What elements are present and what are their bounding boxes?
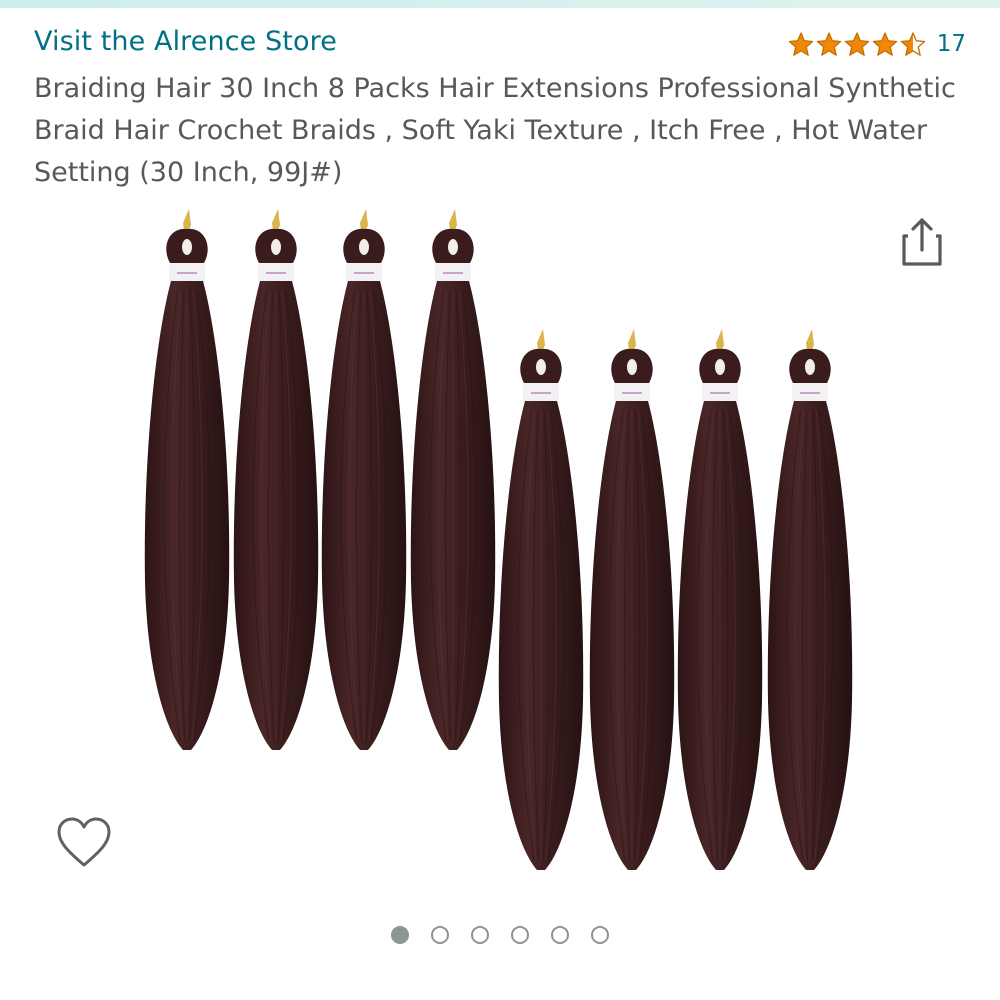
hair-bundle — [410, 209, 496, 750]
wishlist-button[interactable] — [55, 815, 113, 873]
gallery-dot[interactable] — [471, 926, 489, 944]
share-icon — [902, 218, 942, 266]
gallery-dot[interactable] — [551, 926, 569, 944]
gallery-dot[interactable] — [591, 926, 609, 944]
star-rating[interactable] — [787, 31, 927, 57]
gallery-dot[interactable] — [391, 926, 409, 944]
hair-bundle — [498, 329, 584, 870]
store-link[interactable]: Visit the Alrence Store — [34, 26, 337, 57]
gallery-dot[interactable] — [431, 926, 449, 944]
heart-outline-icon — [57, 817, 111, 867]
hair-bundle — [589, 329, 675, 870]
image-gallery[interactable] — [0, 195, 1000, 915]
star-full-icon — [872, 32, 897, 56]
gallery-pagination[interactable] — [0, 926, 1000, 944]
top-accent-bar — [0, 0, 1000, 8]
star-half-icon — [900, 32, 925, 56]
rating-count[interactable]: 17 — [937, 31, 966, 57]
rating-summary[interactable]: 17 — [787, 30, 966, 58]
hair-bundle — [321, 209, 407, 750]
share-button[interactable] — [898, 214, 946, 270]
product-image[interactable] — [0, 195, 1000, 915]
hair-bundle — [677, 329, 763, 870]
star-full-icon — [816, 32, 841, 56]
product-detail-page: Visit the Alrence Store 17 Braiding Hair… — [0, 0, 1000, 1000]
star-full-icon — [844, 32, 869, 56]
product-title: Braiding Hair 30 Inch 8 Packs Hair Exten… — [34, 73, 956, 188]
hair-bundle — [144, 209, 230, 750]
hair-bundle — [233, 209, 319, 750]
hair-bundle — [767, 329, 853, 870]
gallery-dot[interactable] — [511, 926, 529, 944]
star-full-icon — [788, 32, 813, 56]
